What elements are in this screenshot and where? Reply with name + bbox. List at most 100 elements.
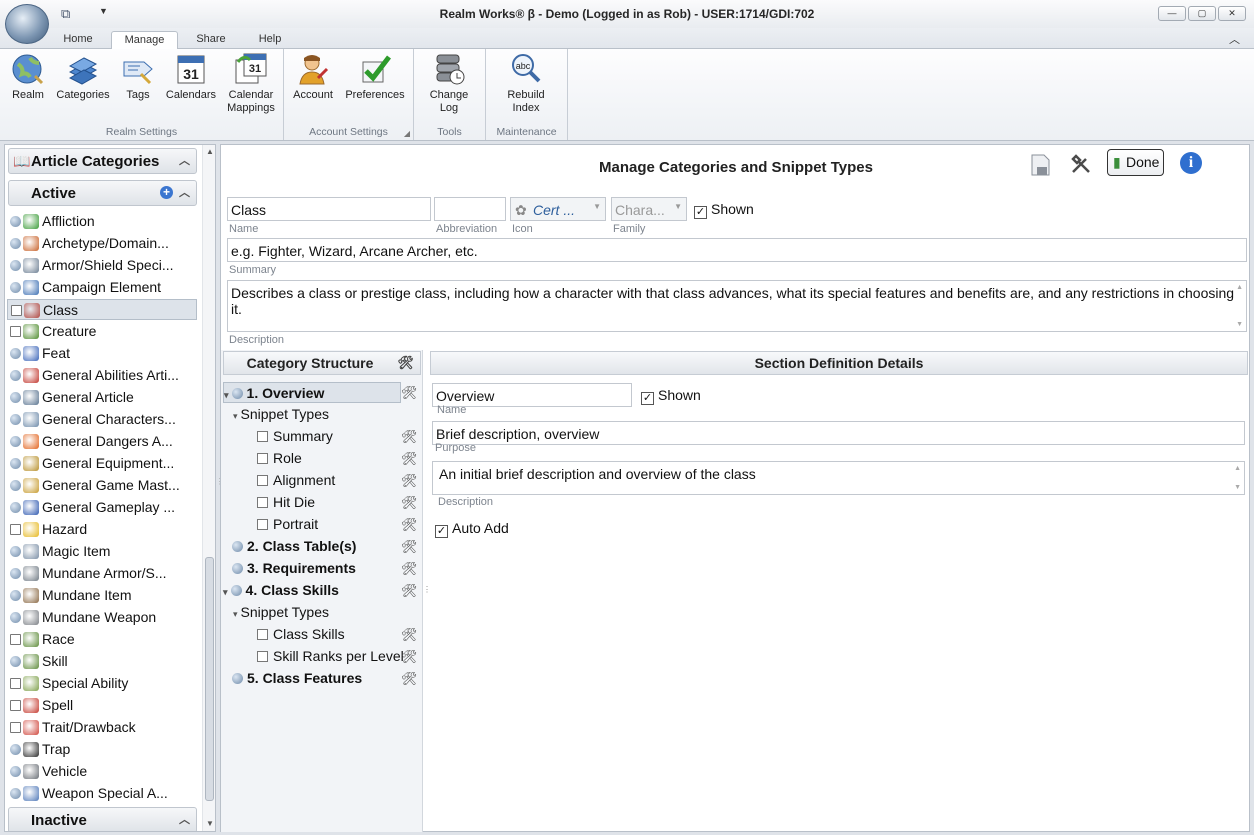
add-category-icon[interactable]: +	[160, 186, 173, 199]
description-textarea[interactable]: Describes a class or prestige class, inc…	[227, 280, 1247, 332]
expand-icon[interactable]: ▾	[224, 390, 229, 400]
expand-icon[interactable]: ▾	[233, 609, 238, 619]
tools-icon[interactable]: 🛠	[401, 646, 418, 667]
sidebar-item[interactable]: Weapon Special A...	[7, 783, 197, 804]
sidebar-item[interactable]: Affliction	[7, 211, 197, 232]
collapse-panel-icon[interactable]: ︿	[179, 152, 190, 168]
sidebar-item[interactable]: Skill	[7, 651, 197, 672]
family-select[interactable]: Chara... ▼	[611, 197, 687, 221]
expand-icon[interactable]: ▾	[233, 411, 238, 421]
change-log-button[interactable]: Change Log	[426, 52, 472, 115]
sidebar-item[interactable]: General Article	[7, 387, 197, 408]
tab-manage[interactable]: Manage	[111, 31, 178, 50]
collapse-section-icon[interactable]: ︿	[179, 184, 190, 200]
summary-input[interactable]: e.g. Fighter, Wizard, Arcane Archer, etc…	[227, 238, 1247, 262]
scroll-down-icon[interactable]: ▼	[206, 819, 214, 828]
tools-icon[interactable]: 🛠	[401, 448, 418, 469]
sidebar-item[interactable]: Special Ability	[7, 673, 197, 694]
scroll-up-icon[interactable]: ▲	[206, 147, 214, 156]
tree-snippet-type[interactable]: Class Skills	[257, 624, 345, 645]
close-button[interactable]: ✕	[1218, 6, 1246, 21]
realm-button[interactable]: Realm	[8, 52, 48, 102]
rebuild-index-button[interactable]: abc Rebuild Index	[500, 52, 552, 115]
tree-snippet-type[interactable]: Alignment	[257, 470, 335, 491]
sidebar-item[interactable]: Mundane Item	[7, 585, 197, 606]
category-name-input[interactable]: Class	[227, 197, 431, 221]
sidebar-item[interactable]: Campaign Element	[7, 277, 197, 298]
sidebar-scrollbar[interactable]: ▲ ▼	[202, 145, 215, 831]
expand-icon[interactable]: ▾	[223, 587, 228, 597]
tree-snippet-type[interactable]: Summary	[257, 426, 333, 447]
tools-icon[interactable]	[1070, 153, 1092, 175]
info-icon[interactable]: i	[1180, 152, 1202, 174]
scroll-down-icon[interactable]: ▼	[1234, 484, 1241, 491]
tree-section[interactable]: 2. Class Table(s)	[223, 536, 356, 557]
tools-icon[interactable]: 🛠	[401, 492, 418, 513]
sidebar-item[interactable]: General Characters...	[7, 409, 197, 430]
sidebar-item[interactable]: Race	[7, 629, 197, 650]
sidebar-item[interactable]: Magic Item	[7, 541, 197, 562]
sidebar-item[interactable]: Feat	[7, 343, 197, 364]
tree-snippet-type[interactable]: Role	[257, 448, 302, 469]
done-button[interactable]: ▮ Done	[1107, 149, 1164, 176]
sidebar-item[interactable]: General Equipment...	[7, 453, 197, 474]
tree-snippet-type[interactable]: Portrait	[257, 514, 318, 535]
sidebar-item[interactable]: Mundane Armor/S...	[7, 563, 197, 584]
calendar-mappings-button[interactable]: 31 Calendar Mappings	[224, 52, 278, 115]
tools-icon[interactable]: 🛠	[401, 558, 418, 579]
sidebar-item[interactable]: Class	[7, 299, 197, 320]
sidebar-item[interactable]: Trait/Drawback	[7, 717, 197, 738]
tree-snippet-type[interactable]: Skill Ranks per Level	[257, 646, 404, 667]
tab-home[interactable]: Home	[56, 31, 100, 49]
section-shown-checkbox[interactable]: ✓ Shown	[641, 387, 701, 405]
tools-icon[interactable]: 🛠	[401, 382, 418, 403]
tab-share[interactable]: Share	[190, 31, 232, 49]
sidebar-item[interactable]: Archetype/Domain...	[7, 233, 197, 254]
scroll-up-icon[interactable]: ▲	[1236, 284, 1243, 291]
auto-add-checkbox[interactable]: ✓ Auto Add	[435, 520, 509, 538]
sidebar-item[interactable]: Vehicle	[7, 761, 197, 782]
sidebar-item[interactable]: Hazard	[7, 519, 197, 540]
tree-section[interactable]: ▾ 4. Class Skills	[223, 580, 339, 601]
maximize-button[interactable]: ▢	[1188, 6, 1216, 21]
expand-section-icon[interactable]: ︿	[179, 811, 190, 827]
tree-snippet-group[interactable]: ▾ Snippet Types	[233, 404, 329, 425]
calendars-button[interactable]: 31 Calendars	[165, 52, 217, 102]
sidebar-item[interactable]: Creature	[7, 321, 197, 342]
inactive-section-header[interactable]: Inactive ︿	[8, 807, 197, 831]
minimize-button[interactable]: —	[1158, 6, 1186, 21]
tools-icon[interactable]: 🛠	[401, 580, 418, 601]
preferences-button[interactable]: Preferences	[342, 52, 408, 102]
tools-icon[interactable]: 🛠	[401, 514, 418, 535]
tools-icon[interactable]: 🛠	[401, 536, 418, 557]
article-categories-header[interactable]: 📖 Article Categories ︿	[8, 148, 197, 174]
tools-icon[interactable]: 🛠	[397, 352, 414, 374]
app-logo-icon[interactable]	[5, 4, 49, 44]
tab-help[interactable]: Help	[250, 31, 290, 49]
tools-icon[interactable]: 🛠	[401, 470, 418, 491]
tags-button[interactable]: Tags	[118, 52, 158, 102]
icon-select[interactable]: ✿ Cert ... ▼	[510, 197, 606, 221]
tree-section[interactable]: 3. Requirements	[223, 558, 356, 579]
sidebar-item[interactable]: General Dangers A...	[7, 431, 197, 452]
tree-section[interactable]: 5. Class Features	[223, 668, 362, 689]
active-section-header[interactable]: Active + ︿	[8, 180, 197, 206]
tools-icon[interactable]: 🛠	[401, 426, 418, 447]
abbreviation-input[interactable]	[434, 197, 506, 221]
section-description-textarea[interactable]: An initial brief description and overvie…	[432, 461, 1245, 495]
save-icon[interactable]	[1029, 153, 1051, 177]
dialog-launcher-icon[interactable]: ◢	[404, 129, 410, 138]
collapse-ribbon-icon[interactable]: ︿	[1229, 31, 1240, 47]
sidebar-item[interactable]: Mundane Weapon	[7, 607, 197, 628]
shown-checkbox[interactable]: ✓ Shown	[694, 201, 754, 219]
scroll-down-icon[interactable]: ▼	[1236, 321, 1243, 328]
sidebar-item[interactable]: General Gameplay ...	[7, 497, 197, 518]
purpose-input[interactable]: Brief description, overview	[432, 421, 1245, 445]
tree-section[interactable]: ▾ 1. Overview	[223, 382, 401, 403]
sidebar-item[interactable]: General Game Mast...	[7, 475, 197, 496]
categories-button[interactable]: Categories	[55, 52, 111, 102]
tools-icon[interactable]: 🛠	[401, 624, 418, 645]
sidebar-item[interactable]: General Abilities Arti...	[7, 365, 197, 386]
account-button[interactable]: Account	[292, 52, 334, 102]
tree-snippet-group[interactable]: ▾ Snippet Types	[233, 602, 329, 623]
